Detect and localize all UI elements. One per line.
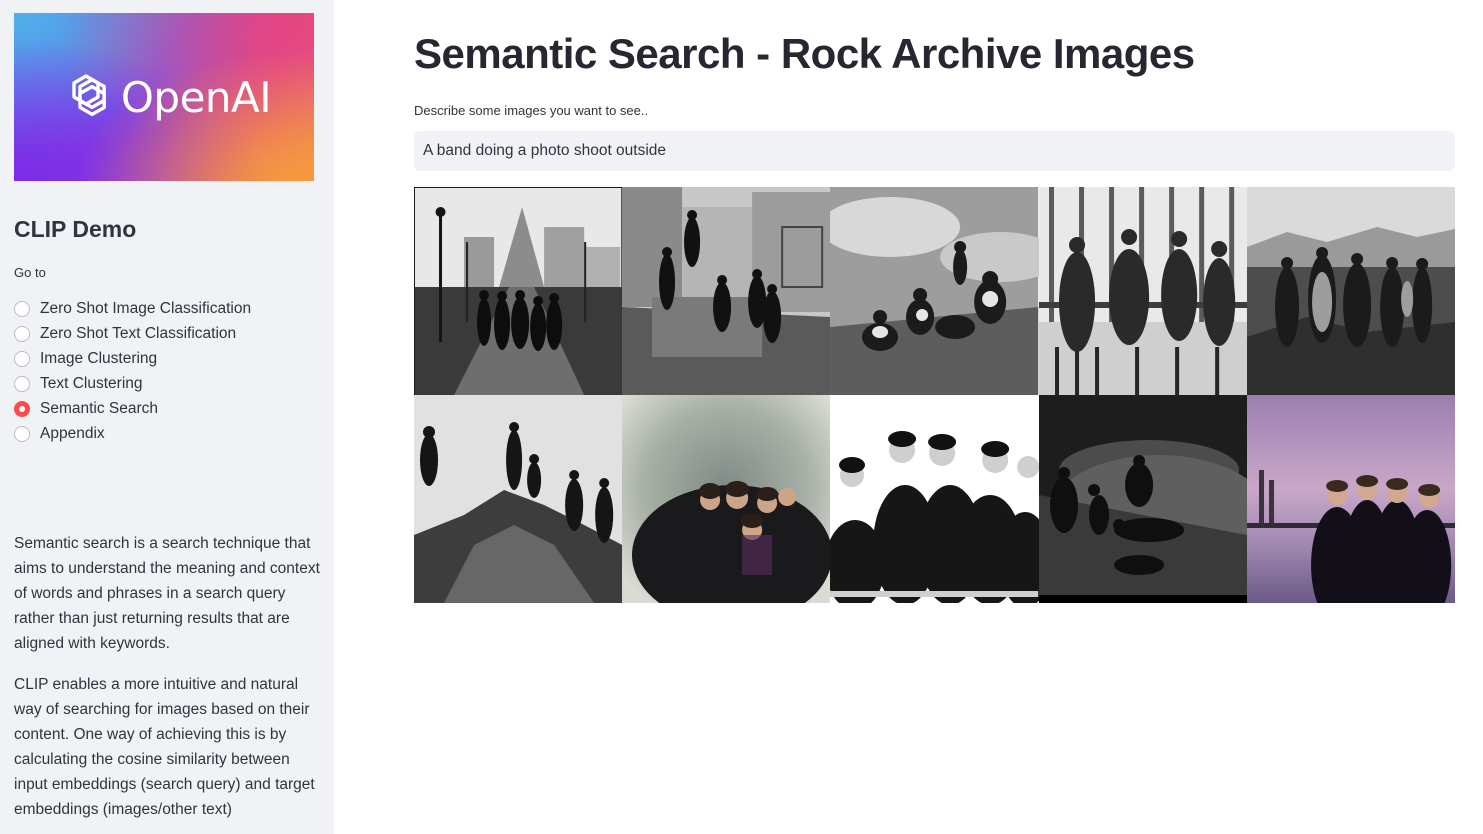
result-image[interactable] [414,395,623,603]
nav-radio-group: Zero Shot Image Classification Zero Shot… [14,296,251,446]
search-input-label: Describe some images you want to see.. [414,103,649,118]
goto-label: Go to [14,265,46,280]
result-image[interactable] [622,395,831,603]
clip-description: CLIP enables a more intuitive and natura… [14,676,315,818]
sidebar-title: CLIP Demo [14,216,137,242]
nav-option-label: Image Clustering [40,349,158,367]
result-image[interactable] [1038,187,1247,395]
radio-unselected-icon[interactable] [14,300,30,317]
nav-option-zero-shot-image[interactable]: Zero Shot Image Classification [14,296,251,321]
radio-unselected-icon[interactable] [14,350,30,367]
radio-unselected-icon[interactable] [14,375,30,392]
result-image[interactable] [1246,187,1455,395]
result-image[interactable] [1038,395,1247,603]
semantic-search-description: Semantic search is a search technique th… [14,535,320,652]
result-image[interactable] [622,187,831,395]
nav-option-text-clustering[interactable]: Text Clustering [14,371,251,396]
nav-option-semantic-search[interactable]: Semantic Search [14,396,251,421]
openai-logo: OpenAI [14,13,314,181]
radio-unselected-icon[interactable] [14,325,30,342]
radio-selected-icon[interactable] [14,400,30,417]
nav-option-label: Appendix [40,424,105,442]
openai-knot-icon [72,74,106,117]
page-title: Semantic Search - Rock Archive Images [414,30,1195,77]
nav-option-image-clustering[interactable]: Image Clustering [14,346,251,371]
nav-option-appendix[interactable]: Appendix [14,421,251,446]
nav-option-zero-shot-text[interactable]: Zero Shot Text Classification [14,321,251,346]
nav-option-label: Zero Shot Text Classification [40,324,237,342]
nav-option-label: Zero Shot Image Classification [40,299,252,317]
nav-option-label: Semantic Search [40,399,159,417]
result-image[interactable] [830,187,1039,395]
result-image[interactable] [414,187,623,395]
logo-text: OpenAI [120,72,272,122]
result-image[interactable] [1246,395,1455,603]
search-input[interactable] [414,131,1455,171]
sidebar: OpenAI CLIP Demo Go to Zero Shot Image C… [0,0,334,834]
result-image[interactable] [830,395,1039,603]
radio-unselected-icon[interactable] [14,425,30,442]
nav-option-label: Text Clustering [40,374,143,392]
results-image-grid [414,187,1455,603]
